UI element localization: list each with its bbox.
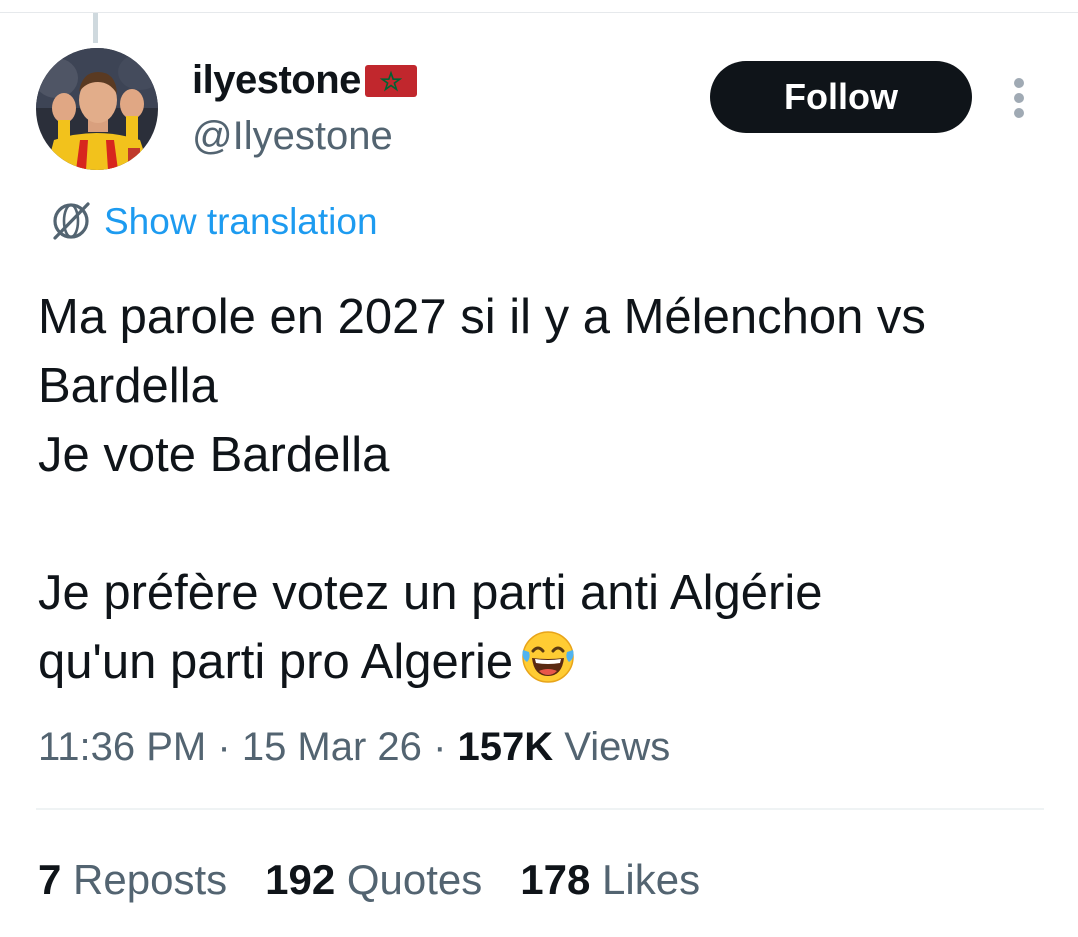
tweet-time[interactable]: 11:36 PM [38, 725, 206, 769]
views-label[interactable]: Views [564, 725, 670, 769]
follow-button[interactable]: Follow [710, 61, 972, 133]
tweet-line-with-emoji: qu'un parti pro Algerie [38, 628, 1048, 697]
reposts-count: 7 [38, 856, 62, 903]
tweet-line: Je préfère votez un parti anti Algérie [38, 566, 823, 620]
tweet-line: Je vote Bardella [38, 428, 390, 482]
morocco-flag-icon [364, 62, 418, 98]
author-name-row[interactable]: ilyestone [192, 60, 418, 100]
meta-separator: · [433, 725, 447, 769]
tweet-meta: 11:36 PM · 15 Mar 26 · 157K Views [38, 727, 670, 767]
show-translation-label[interactable]: Show translation [104, 203, 378, 240]
more-vertical-icon[interactable] [1003, 78, 1035, 118]
avatar-image [36, 48, 158, 170]
likes-count: 178 [520, 856, 591, 903]
meta-separator: · [217, 725, 231, 769]
top-divider [0, 12, 1078, 13]
tweet-text: Ma parole en 2027 si il y a Mélenchon vs… [38, 283, 1048, 697]
show-translation-link[interactable]: Show translation [48, 198, 378, 244]
author-display-name[interactable]: ilyestone [192, 60, 361, 100]
quotes-count: 192 [265, 856, 336, 903]
avatar[interactable] [36, 48, 158, 170]
likes-stat[interactable]: 178 Likes [520, 859, 700, 901]
author-handle[interactable]: @Ilyestone [192, 116, 393, 156]
reposts-stat[interactable]: 7 Reposts [38, 859, 227, 901]
tweet-line: Bardella [38, 359, 218, 413]
tears-of-joy-emoji-icon [519, 628, 577, 686]
thread-connector-line [93, 13, 98, 43]
views-count[interactable]: 157K [458, 725, 554, 769]
quotes-stat[interactable]: 192 Quotes [265, 859, 482, 901]
engagement-stats: 7 Reposts 192 Quotes 178 Likes [38, 859, 738, 901]
tweet-date[interactable]: 15 Mar 26 [242, 725, 422, 769]
reposts-label: Reposts [73, 856, 228, 903]
divider [36, 808, 1044, 810]
quotes-label: Quotes [346, 856, 483, 903]
translate-globe-icon [48, 198, 94, 244]
tweet-line: qu'un parti pro Algerie [38, 635, 514, 689]
tweet-line: Ma parole en 2027 si il y a Mélenchon vs [38, 290, 926, 344]
likes-label: Likes [602, 856, 701, 903]
